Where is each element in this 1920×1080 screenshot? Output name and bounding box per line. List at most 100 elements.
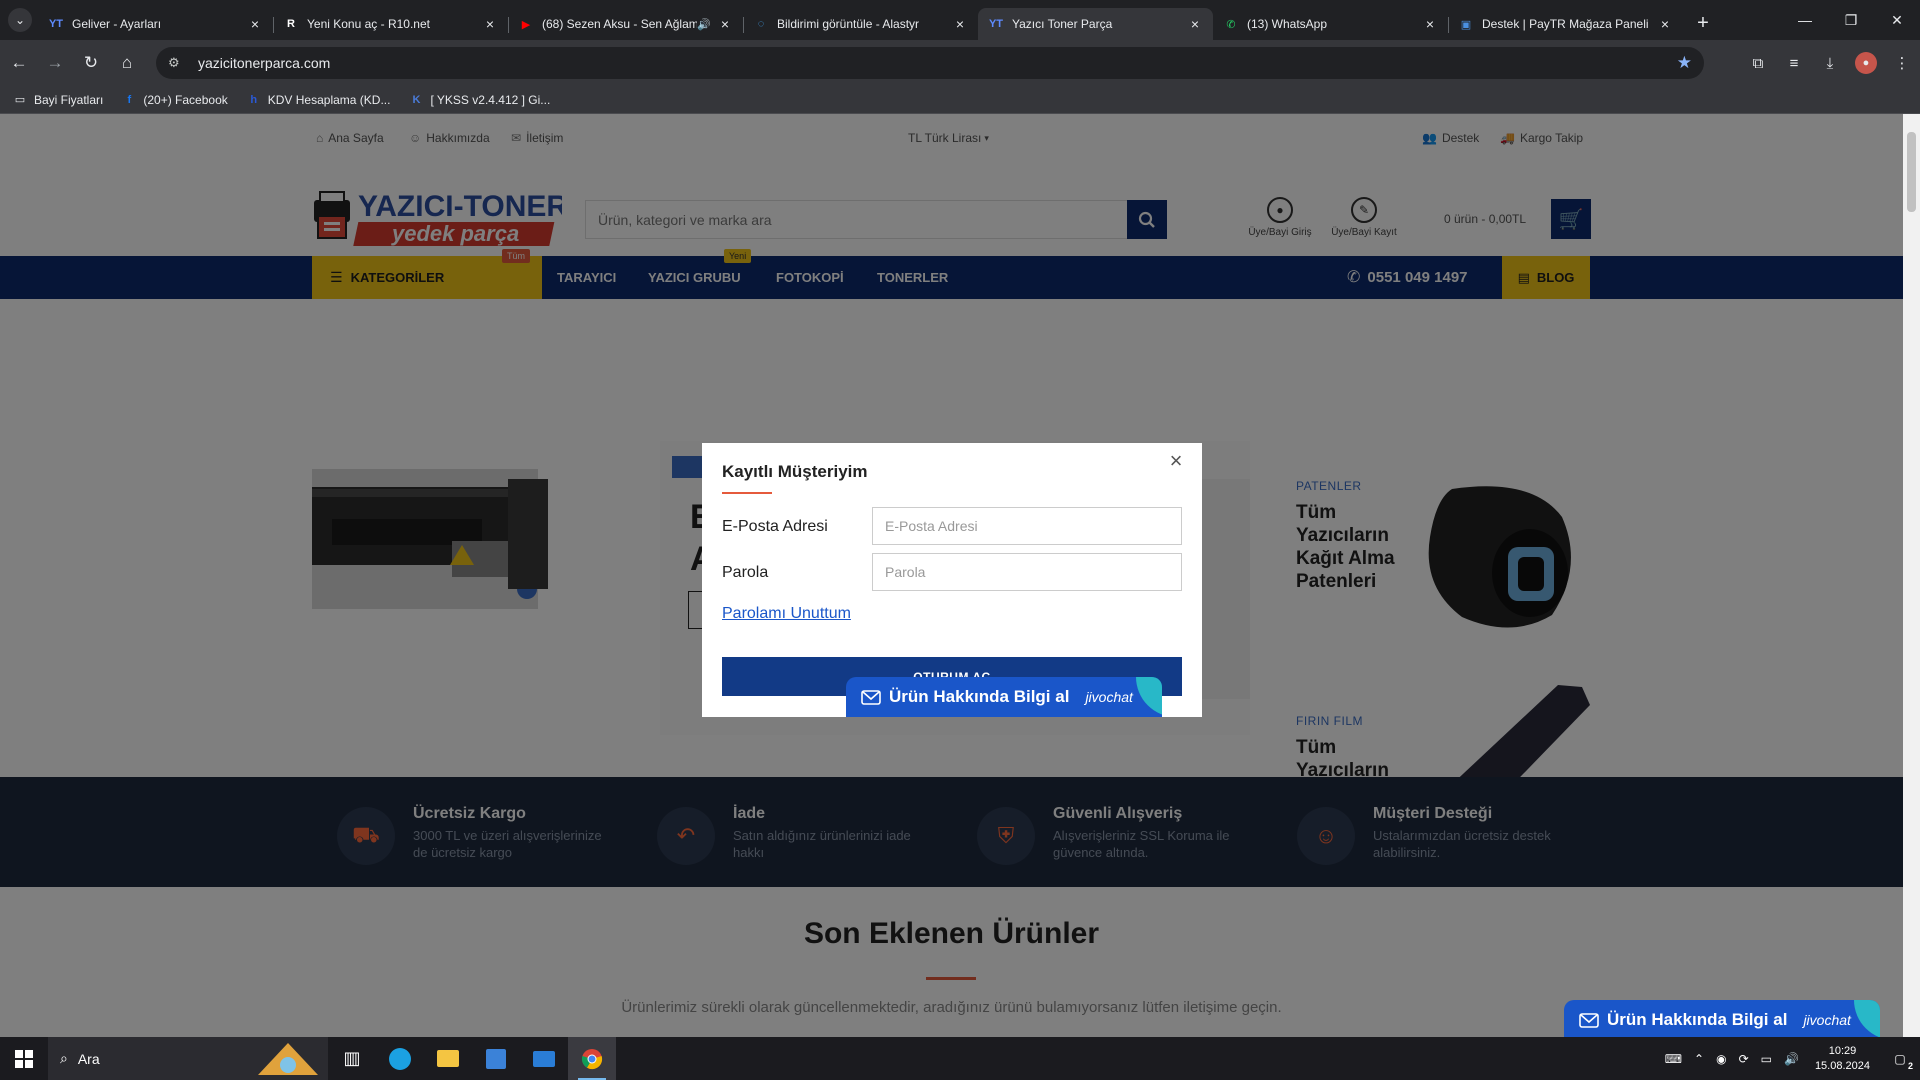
tab-close-icon[interactable]: ×	[1422, 16, 1438, 32]
windows-logo-icon	[15, 1049, 33, 1068]
tab-close-icon[interactable]: ×	[1187, 16, 1203, 32]
chat-widget-corner	[1136, 677, 1162, 717]
taskbar-search[interactable]: ⌕ Ara	[48, 1037, 328, 1080]
browser-menu-icon[interactable]: ⋮	[1884, 47, 1920, 79]
page-viewport: ⌂Ana Sayfa ☺Hakkımızda ✉İletişim TL Türk…	[0, 114, 1903, 1037]
file-explorer-icon[interactable]	[424, 1037, 472, 1080]
chat-widget-corner-bottom[interactable]: Ürün Hakkında Bilgi al jivochat	[1564, 1000, 1880, 1037]
close-icon[interactable]: ×	[1166, 448, 1186, 473]
close-window-button[interactable]: ✕	[1874, 0, 1920, 40]
edge-icon[interactable]	[376, 1037, 424, 1080]
tray-expand-icon[interactable]: ⌃	[1694, 1052, 1704, 1066]
search-highlight-image	[258, 1043, 318, 1075]
bookmark-label: (20+) Facebook	[143, 92, 228, 107]
network-icon[interactable]: ▭	[1761, 1052, 1772, 1066]
address-bar[interactable]: ⚙ yazicitonerparca.com ★	[156, 47, 1704, 79]
tab-favicon-icon: ✆	[1226, 18, 1236, 31]
chat-widget-corner	[1854, 1000, 1880, 1037]
tab-close-icon[interactable]: ×	[247, 16, 263, 32]
keyboard-icon[interactable]: ⌨	[1665, 1052, 1682, 1066]
envelope-icon	[1579, 1012, 1599, 1028]
extensions-icon[interactable]: ⧉	[1740, 47, 1776, 79]
email-field[interactable]	[872, 507, 1182, 545]
chat-widget-label: Ürün Hakkında Bilgi al	[1607, 1010, 1788, 1029]
downloads-icon[interactable]: ⤓	[1812, 47, 1848, 79]
site-info-icon[interactable]: ⚙	[168, 55, 190, 71]
modal-title-underline	[722, 492, 772, 494]
profile-avatar[interactable]: ●	[1855, 52, 1877, 74]
notifications-button[interactable]: ▢ 2	[1880, 1037, 1920, 1080]
tab-favicon-icon: YT	[48, 18, 64, 30]
forgot-password-link[interactable]: Parolamı Unuttum	[722, 605, 851, 623]
tab-favicon-icon: YT	[988, 18, 1004, 30]
browser-tab[interactable]: ◌ Bildirimi görüntüle - Alastyr ×	[743, 8, 978, 40]
password-field[interactable]	[872, 553, 1182, 591]
url-text[interactable]: yazicitonerparca.com	[198, 55, 1677, 71]
clock-date: 15.08.2024	[1814, 1059, 1870, 1072]
envelope-icon	[861, 689, 881, 705]
bookmark-item[interactable]: ▭ Bayi Fiyatları	[12, 92, 104, 108]
new-tab-button[interactable]: +	[1689, 9, 1717, 37]
bookmark-label: [ YKSS v2.4.412 ] Gi...	[430, 92, 551, 107]
chrome-logo-icon	[581, 1048, 603, 1069]
bookmark-item[interactable]: f (20+) Facebook	[121, 92, 228, 108]
bookmark-star-icon[interactable]: ★	[1677, 53, 1692, 73]
login-modal: Kayıtlı Müşteriyim × E-Posta Adresi Paro…	[702, 443, 1202, 717]
speaker-icon[interactable]: 🔊	[697, 18, 711, 31]
bookmark-label: Bayi Fiyatları	[34, 92, 104, 107]
chat-brand: jivochat	[1803, 1012, 1851, 1028]
scrollbar-thumb[interactable]	[1907, 132, 1916, 212]
modal-title: Kayıtlı Müşteriyim	[722, 462, 868, 481]
browser-tab[interactable]: ▣ Destek | PayTR Mağaza Paneli ×	[1448, 8, 1683, 40]
os-taskbar: ⌕ Ara ▥ ⌨ ⌃ ◉ ⟳ ▭ 🔊 10:29 15.08.2024 ▢ 2	[0, 1037, 1920, 1080]
tab-favicon-icon: R	[287, 18, 295, 30]
tab-close-icon[interactable]: ×	[952, 16, 968, 32]
bookmark-item[interactable]: h KDV Hesaplama (KD...	[246, 92, 391, 108]
store-icon[interactable]	[472, 1037, 520, 1080]
reload-button[interactable]: ↻	[74, 46, 108, 80]
browser-tab[interactable]: YT Yazıcı Toner Parça ×	[978, 8, 1213, 40]
start-button[interactable]	[0, 1037, 48, 1080]
browser-tab-strip: ⌄ YT Geliver - Ayarları × R Yeni Konu aç - R…	[0, 0, 1920, 40]
browser-toolbar: ← → ↻ ⌂ ⚙ yazicitonerparca.com ★ ⧉ ≡ ⤓ ●…	[0, 40, 1920, 86]
page-scrollbar[interactable]	[1903, 114, 1920, 1037]
folder-icon: ▭	[14, 94, 26, 106]
bookmark-label: KDV Hesaplama (KD...	[267, 92, 391, 107]
browser-tab[interactable]: R Yeni Konu aç - R10.net ×	[273, 8, 508, 40]
tab-title: Destek | PayTR Mağaza Paneli	[1482, 17, 1649, 31]
notification-icon: ▢	[1894, 1051, 1906, 1066]
update-icon[interactable]: ⟳	[1739, 1052, 1749, 1066]
tab-title: Geliver - Ayarları	[72, 17, 162, 31]
browser-tab[interactable]: YT Geliver - Ayarları ×	[38, 8, 273, 40]
tab-close-icon[interactable]: ×	[1657, 16, 1673, 32]
tab-title: Bildirimi görüntüle - Alastyr	[777, 17, 920, 31]
minimize-button[interactable]: —	[1782, 0, 1828, 40]
tab-close-icon[interactable]: ×	[482, 16, 498, 32]
tab-title: (68) Sezen Aksu - Sen Ağlama	[542, 17, 698, 31]
forward-button[interactable]: →	[38, 46, 72, 80]
volume-icon[interactable]: 🔊	[1784, 1052, 1799, 1066]
browser-tab[interactable]: ▶ (68) Sezen Aksu - Sen Ağlama 🔊 ×	[508, 8, 743, 40]
chrome-icon[interactable]	[568, 1037, 616, 1080]
media-control-icon[interactable]: ≡	[1776, 47, 1812, 79]
tab-close-icon[interactable]: ×	[717, 16, 733, 32]
ykss-icon: K	[412, 93, 421, 106]
clock[interactable]: 10:29 15.08.2024	[1815, 1044, 1870, 1074]
bookmark-item[interactable]: K [ YKSS v2.4.412 ] Gi...	[408, 92, 550, 108]
taskbar-search-label: Ara	[77, 1050, 100, 1067]
back-button[interactable]: ←	[2, 46, 36, 80]
chat-widget-modal[interactable]: Ürün Hakkında Bilgi al jivochat	[846, 677, 1162, 717]
tab-title: (13) WhatsApp	[1247, 17, 1328, 31]
mail-app-icon[interactable]	[520, 1037, 568, 1080]
meet-icon[interactable]: ◉	[1716, 1052, 1726, 1066]
tab-title: Yeni Konu aç - R10.net	[307, 17, 430, 31]
tab-search-button[interactable]: ⌄	[8, 8, 32, 32]
tab-favicon-icon: ▣	[1460, 18, 1472, 31]
task-view-icon[interactable]: ▥	[328, 1037, 376, 1080]
tab-favicon-icon: ▶	[521, 18, 531, 31]
restore-button[interactable]: ❐	[1828, 0, 1874, 40]
clock-time: 10:29	[1828, 1044, 1857, 1057]
system-tray: ⌨ ⌃ ◉ ⟳ ▭ 🔊 10:29 15.08.2024 ▢ 2	[1659, 1037, 1920, 1080]
home-button[interactable]: ⌂	[110, 46, 144, 80]
browser-tab[interactable]: ✆ (13) WhatsApp ×	[1213, 8, 1448, 40]
